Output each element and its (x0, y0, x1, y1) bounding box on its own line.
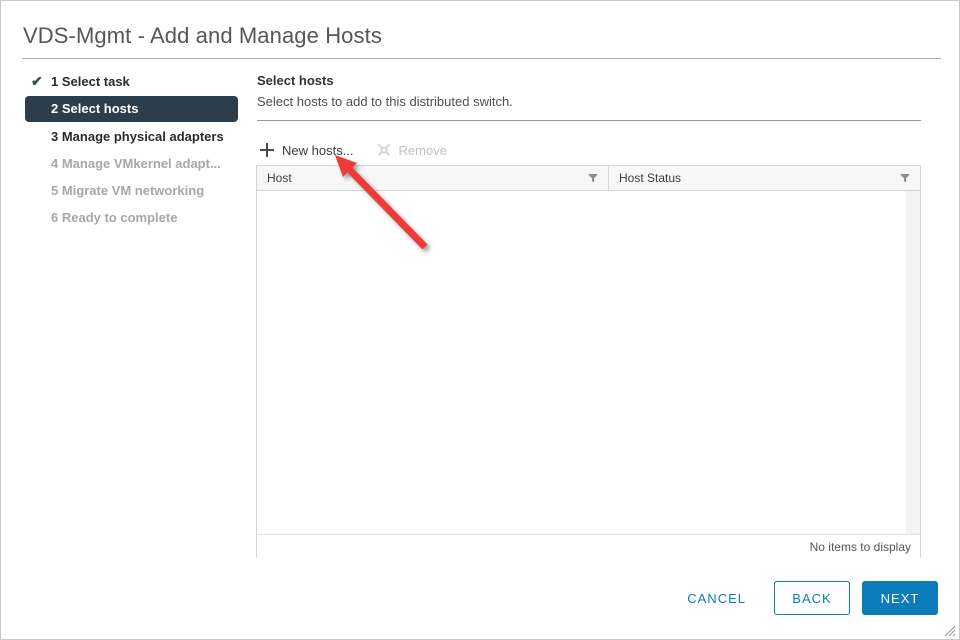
cancel-button[interactable]: CANCEL (673, 581, 760, 615)
step-label: 1 Select task (51, 74, 130, 89)
remove-label: Remove (398, 142, 447, 158)
column-header-label: Host (267, 171, 292, 185)
step-label: 5 Migrate VM networking (51, 183, 205, 198)
table-header-row: Host Host Status (257, 166, 920, 191)
title-divider (22, 58, 941, 59)
step-label: 2 Select hosts (51, 101, 139, 116)
table-footer: No items to display (257, 535, 920, 558)
column-header-host[interactable]: Host (257, 166, 609, 190)
check-icon: ✔ (31, 73, 43, 89)
new-hosts-label: New hosts... (282, 142, 354, 158)
sidebar-item-manage-vmkernel-adapters: 4 Manage VMkernel adapt... (25, 151, 239, 176)
sidebar-item-select-task[interactable]: ✔ 1 Select task (25, 69, 239, 94)
page-title: VDS-Mgmt - Add and Manage Hosts (23, 23, 382, 48)
remove-button: Remove (376, 142, 447, 158)
step-label: 3 Manage physical adapters (51, 129, 224, 144)
empty-state-text: No items to display (809, 539, 911, 554)
plus-icon (259, 142, 275, 158)
sidebar-item-migrate-vm-networking: 5 Migrate VM networking (25, 178, 239, 203)
pane-title: Select hosts (257, 73, 334, 88)
wizard-steps-nav: ✔ 1 Select task 2 Select hosts 3 Manage … (25, 69, 239, 232)
sidebar-item-manage-physical-adapters[interactable]: 3 Manage physical adapters (25, 124, 239, 149)
sidebar-item-ready-to-complete: 6 Ready to complete (25, 205, 239, 230)
next-button[interactable]: NEXT (862, 581, 938, 615)
new-hosts-button[interactable]: New hosts... (259, 142, 354, 158)
table-vertical-scrollbar[interactable] (906, 191, 920, 534)
step-label: 6 Ready to complete (51, 210, 178, 225)
remove-host-icon (376, 142, 392, 158)
wizard-window: VDS-Mgmt - Add and Manage Hosts ✔ 1 Sele… (0, 0, 960, 640)
back-button[interactable]: BACK (774, 581, 850, 615)
resize-grip-icon[interactable] (944, 624, 956, 637)
hosts-table: Host Host Status No items to display (256, 165, 921, 558)
pane-subtitle: Select hosts to add to this distributed … (257, 94, 513, 109)
wizard-footer-buttons: CANCEL BACK NEXT (673, 581, 938, 615)
step-label: 4 Manage VMkernel adapt... (51, 156, 221, 171)
column-header-host-status[interactable]: Host Status (609, 166, 920, 190)
funnel-icon[interactable] (899, 172, 911, 187)
pane-divider (257, 120, 921, 121)
sidebar-item-select-hosts[interactable]: 2 Select hosts (25, 96, 238, 122)
funnel-icon[interactable] (587, 172, 599, 187)
column-header-label: Host Status (619, 171, 682, 185)
table-body (257, 191, 920, 535)
table-action-bar: New hosts... Remove (259, 139, 469, 161)
